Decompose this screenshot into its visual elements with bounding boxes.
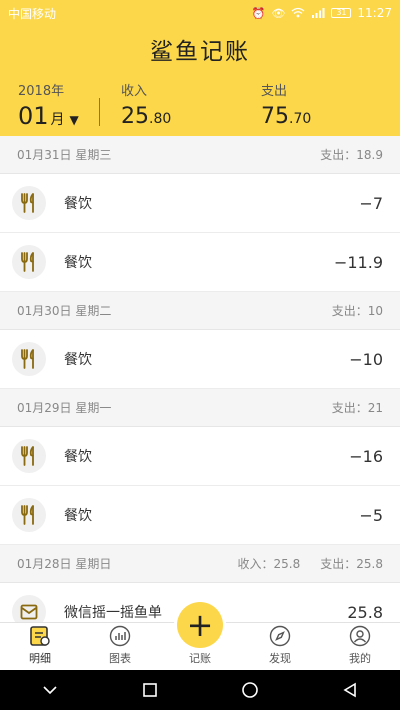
tab-label: 我的 xyxy=(349,652,371,665)
month-summary: 2018年 01 月 ▼ 收入 25.80 支出 75.70 xyxy=(0,80,400,136)
tab-label: 发现 xyxy=(269,652,291,665)
day-date: 01月28日 星期日 xyxy=(17,557,112,571)
transaction-row[interactable]: 餐饮 −11.9 xyxy=(0,233,400,292)
day-header: 01月29日 星期一 支出：21 xyxy=(0,389,400,427)
income-integer: 25 xyxy=(121,104,149,129)
transaction-row[interactable]: 餐饮 −5 xyxy=(0,486,400,545)
day-date: 01月31日 星期三 xyxy=(17,148,112,162)
fork-knife-icon xyxy=(12,498,46,532)
tab-label: 明细 xyxy=(29,652,51,665)
compass-icon xyxy=(268,624,292,648)
plus-icon: + xyxy=(186,606,214,644)
recents-icon[interactable] xyxy=(130,670,170,710)
battery-icon: 31 xyxy=(331,8,352,18)
transaction-amount: 25.8 xyxy=(347,602,383,622)
day-expense-total: 支出：25.8 xyxy=(320,557,383,571)
envelope-icon xyxy=(12,595,46,622)
category-name: 餐饮 xyxy=(64,352,92,368)
tab-label: 图表 xyxy=(109,652,131,665)
income-label: 收入 xyxy=(121,84,148,99)
detail-icon xyxy=(28,624,52,648)
month-value: 01 xyxy=(18,102,49,130)
transaction-row[interactable]: 餐饮 −16 xyxy=(0,427,400,486)
category-name: 餐饮 xyxy=(64,508,92,524)
income-total: 25.80 xyxy=(121,104,171,129)
signal-icon xyxy=(311,7,325,20)
carrier-name: 中国移动 xyxy=(8,6,57,21)
month-unit: 月 xyxy=(50,112,65,128)
expense-label: 支出 xyxy=(261,84,288,99)
day-income-total: 收入：25.8 xyxy=(237,557,301,571)
back-icon[interactable] xyxy=(330,670,370,710)
transaction-row[interactable]: 餐饮 −10 xyxy=(0,330,400,389)
income-decimal: .80 xyxy=(149,111,172,127)
expense-integer: 75 xyxy=(261,104,289,129)
fork-knife-icon xyxy=(12,245,46,279)
eye-icon: 👁 xyxy=(271,6,286,20)
day-header: 01月31日 星期三 支出：18.9 xyxy=(0,136,400,174)
transaction-list[interactable]: 01月31日 星期三 支出：18.9 餐饮 −7 餐饮 −11.9 01月30日… xyxy=(0,136,400,622)
summary-divider xyxy=(99,98,100,126)
category-name: 餐饮 xyxy=(64,449,92,465)
home-icon[interactable] xyxy=(230,670,270,710)
collapse-icon[interactable] xyxy=(30,670,70,710)
user-icon xyxy=(348,624,372,648)
transaction-amount: −7 xyxy=(359,193,383,213)
tab-chart[interactable]: 图表 xyxy=(80,623,160,670)
day-expense-total: 支出：21 xyxy=(331,401,383,415)
fork-knife-icon xyxy=(12,342,46,376)
alarm-icon: ⏰ xyxy=(251,6,266,20)
chart-icon xyxy=(108,624,132,648)
category-name: 餐饮 xyxy=(64,255,92,271)
app-title: 鲨鱼记账 xyxy=(150,39,250,65)
transaction-amount: −16 xyxy=(349,446,383,466)
clock-time: 11:27 xyxy=(357,6,392,20)
add-record-button[interactable]: + xyxy=(177,602,223,648)
tab-mine[interactable]: 我的 xyxy=(320,623,400,670)
transaction-amount: −5 xyxy=(359,505,383,525)
system-nav-bar xyxy=(0,670,400,710)
tab-label: 记账 xyxy=(189,652,211,665)
status-bar: 中国移动 ⏰ 👁 31 11:27 xyxy=(0,0,400,26)
day-header: 01月28日 星期日 收入：25.8 支出：25.8 xyxy=(0,545,400,583)
wifi-icon xyxy=(291,7,305,20)
month-selector[interactable]: 01 月 ▼ xyxy=(18,102,79,130)
day-header: 01月30日 星期二 支出：10 xyxy=(0,292,400,330)
expense-total: 75.70 xyxy=(261,104,311,129)
year-label: 2018年 xyxy=(18,84,65,99)
caret-down-icon: ▼ xyxy=(69,113,79,127)
category-name: 餐饮 xyxy=(64,196,92,212)
transaction-amount: −10 xyxy=(349,349,383,369)
day-date: 01月29日 星期一 xyxy=(17,401,112,415)
status-icons: ⏰ 👁 31 11:27 xyxy=(252,6,392,20)
expense-decimal: .70 xyxy=(289,111,312,127)
fork-knife-icon xyxy=(12,439,46,473)
day-date: 01月30日 星期二 xyxy=(17,304,112,318)
tab-detail[interactable]: 明细 xyxy=(0,623,80,670)
day-expense-total: 支出：10 xyxy=(331,304,383,318)
day-expense-total: 支出：18.9 xyxy=(320,148,383,162)
transaction-row[interactable]: 餐饮 −7 xyxy=(0,174,400,233)
header: 中国移动 ⏰ 👁 31 11:27 鲨鱼记账 2018年 01 月 ▼ 收入 2… xyxy=(0,0,400,136)
transaction-amount: −11.9 xyxy=(333,252,383,272)
fork-knife-icon xyxy=(12,186,46,220)
tab-discover[interactable]: 发现 xyxy=(240,623,320,670)
